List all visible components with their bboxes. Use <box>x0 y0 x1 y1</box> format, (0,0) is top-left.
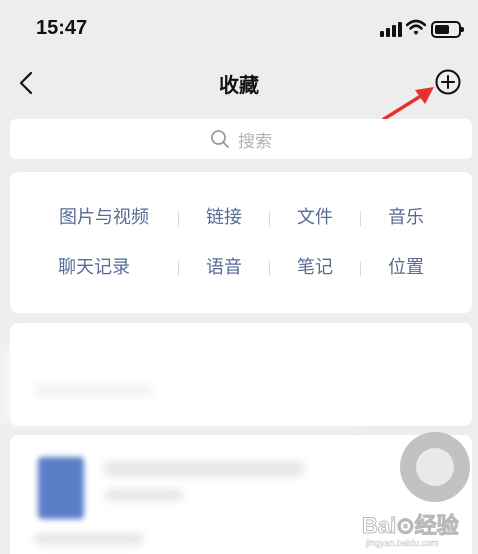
category-chat-history[interactable]: 聊天记录 <box>58 253 130 283</box>
category-links[interactable]: 链接 <box>206 203 242 233</box>
category-card: 图片与视频 链接 文件 音乐 聊天记录 语音 笔记 位置 <box>10 172 472 313</box>
blurred-text <box>104 461 304 477</box>
watermark: Bai⊙经验 jingyan.baidu.com <box>362 508 474 552</box>
search-bar[interactable]: 搜索 <box>10 119 472 159</box>
blurred-text <box>34 533 144 545</box>
category-divider <box>178 261 179 276</box>
category-images-videos[interactable]: 图片与视频 <box>59 203 149 233</box>
watermark-brand: Bai⊙经验 <box>362 513 460 539</box>
category-voice[interactable]: 语音 <box>206 253 242 283</box>
watermark-url: jingyan.baidu.com <box>366 538 439 548</box>
category-row: 聊天记录 语音 笔记 位置 <box>10 253 472 283</box>
assistive-touch-button[interactable] <box>400 432 470 502</box>
category-divider <box>269 211 270 226</box>
annotation-arrow-icon <box>382 87 434 121</box>
wifi-icon <box>406 19 426 35</box>
category-notes[interactable]: 笔记 <box>297 253 333 283</box>
category-files[interactable]: 文件 <box>297 203 333 233</box>
category-divider <box>269 261 270 276</box>
status-bar: 15:47 <box>0 0 478 58</box>
category-music[interactable]: 音乐 <box>388 203 424 233</box>
battery-icon <box>431 21 464 38</box>
blurred-text <box>104 489 184 501</box>
blur-overlay <box>0 345 358 425</box>
document-icon <box>38 457 84 519</box>
category-divider <box>360 261 361 276</box>
category-divider <box>178 211 179 226</box>
search-placeholder: 搜索 <box>238 131 272 152</box>
category-location[interactable]: 位置 <box>388 253 424 283</box>
status-time: 15:47 <box>36 17 88 39</box>
category-divider <box>360 211 361 226</box>
search-icon <box>211 130 229 148</box>
assistive-touch-inner <box>416 448 454 486</box>
category-row: 图片与视频 链接 文件 音乐 <box>10 203 472 233</box>
signal-icon <box>380 22 402 37</box>
